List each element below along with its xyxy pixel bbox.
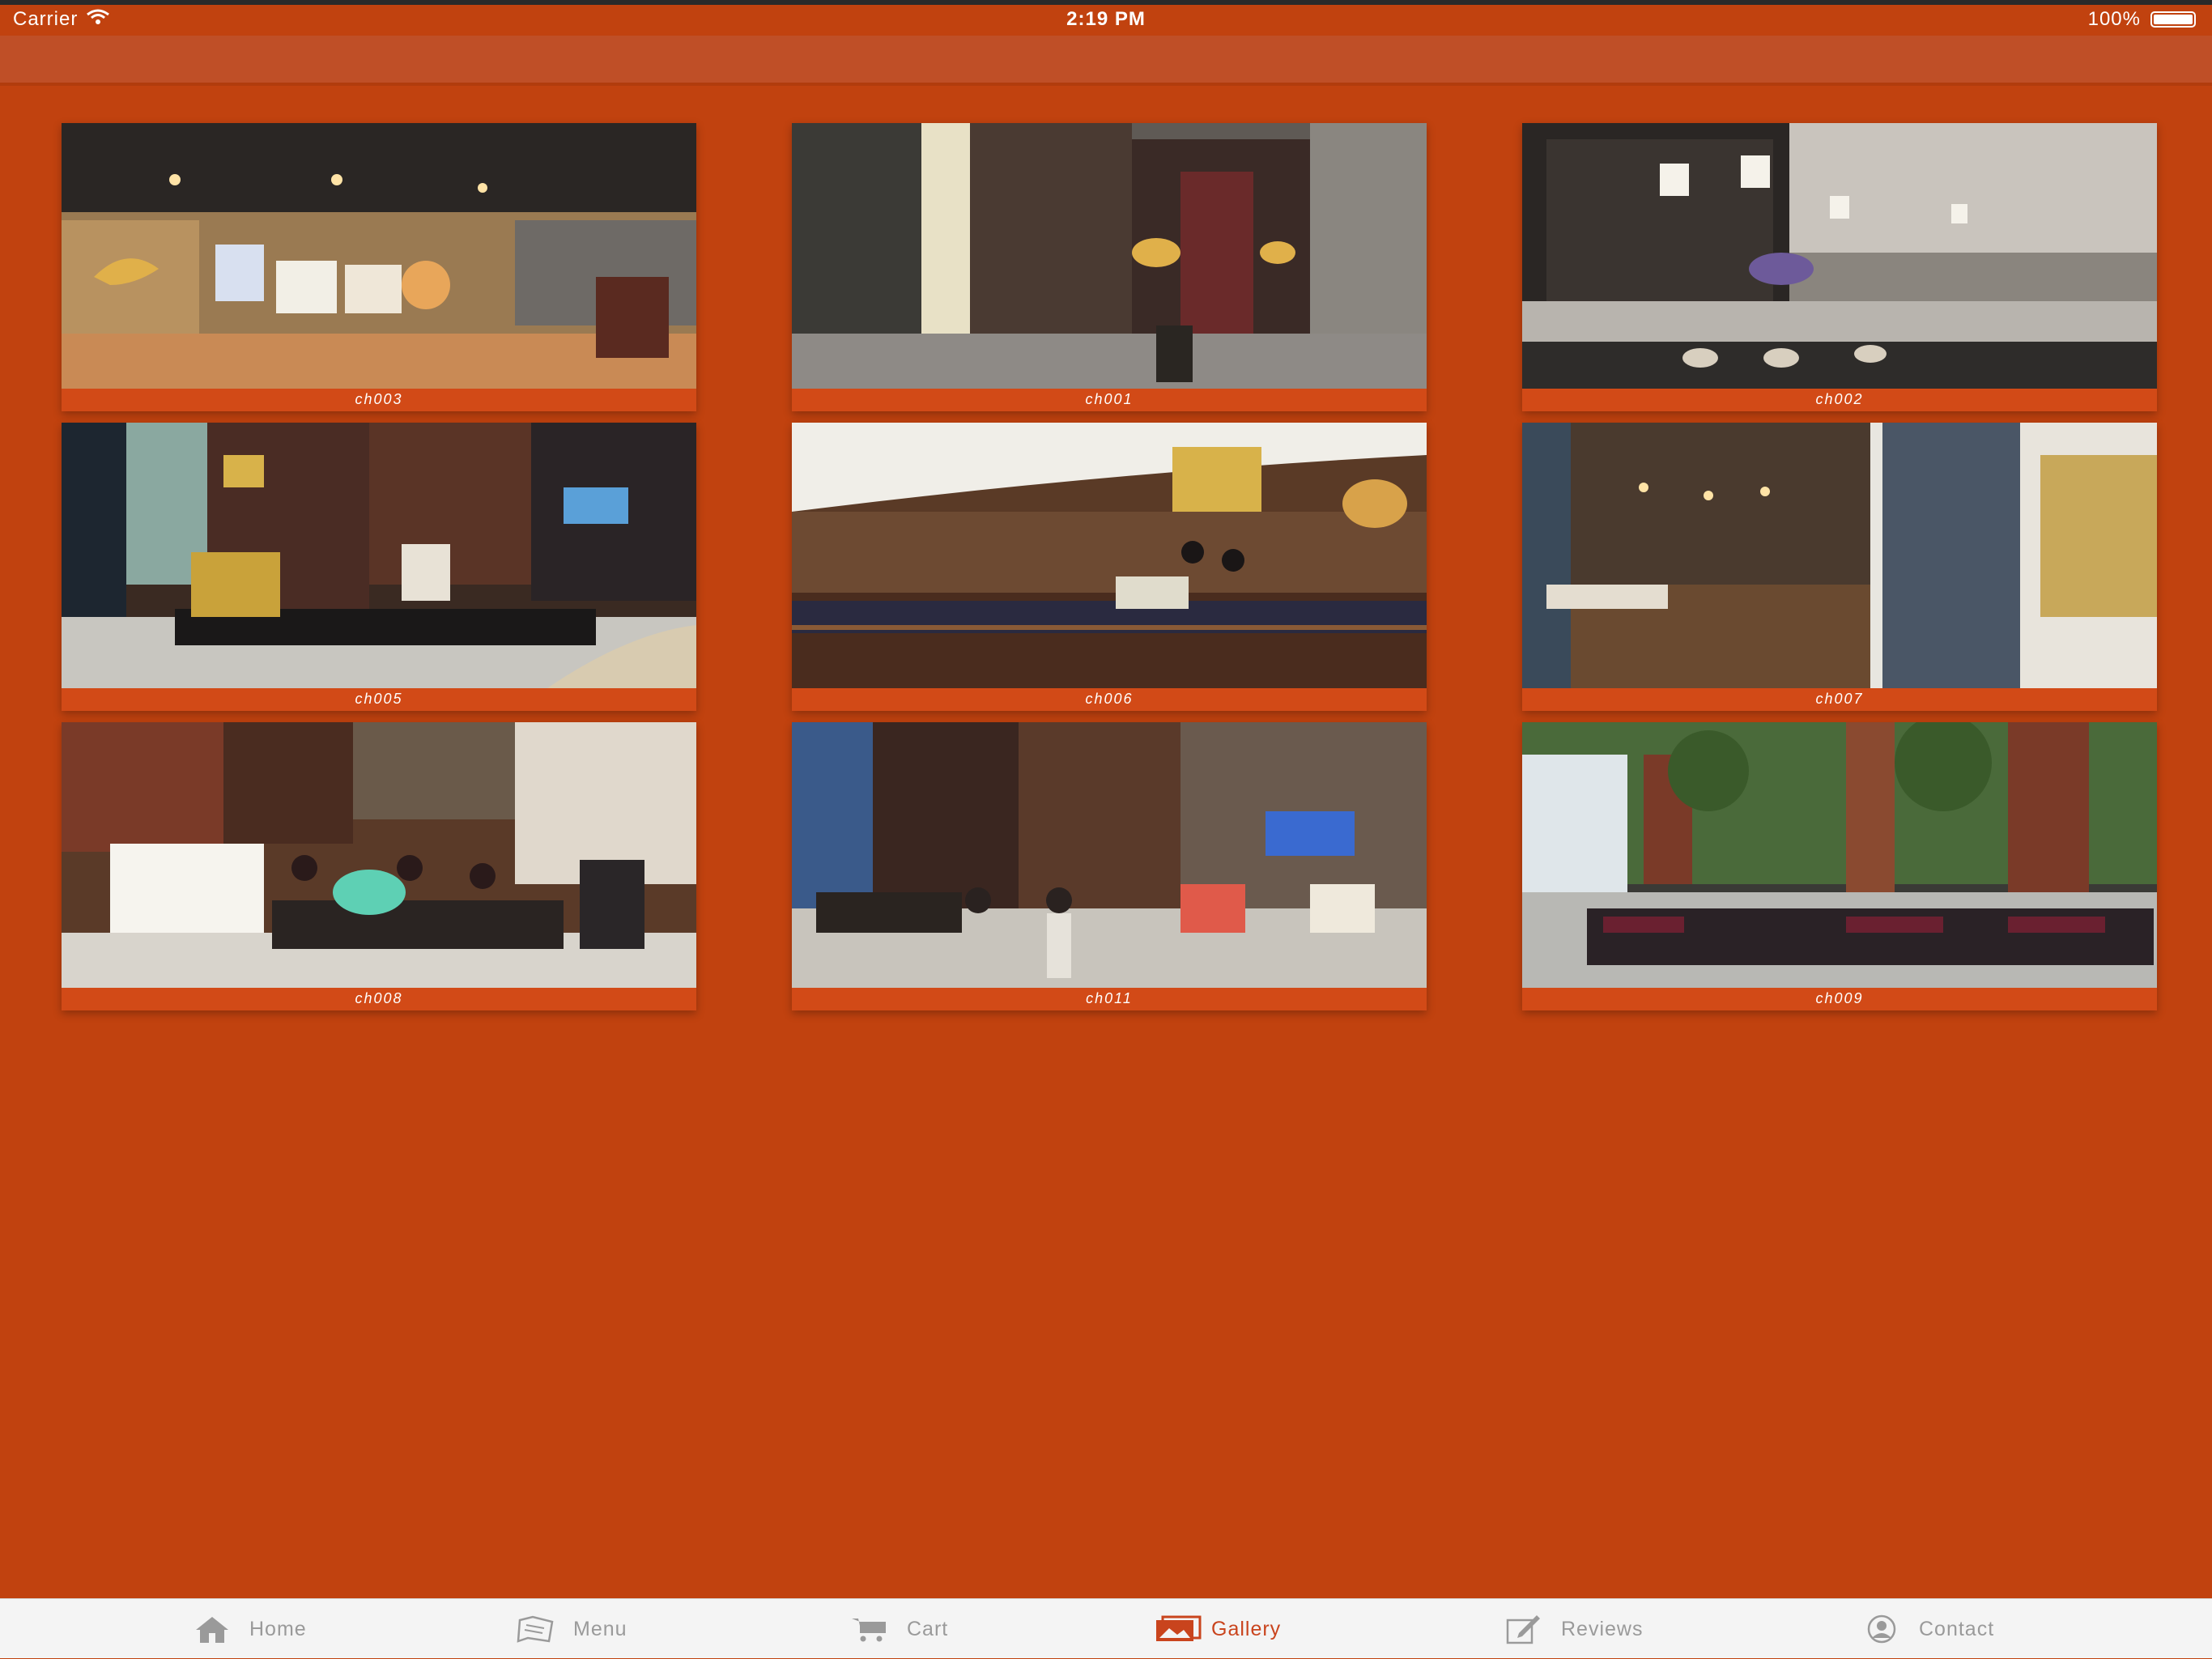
tab-menu-label: Menu: [573, 1617, 627, 1640]
tab-home-label: Home: [249, 1617, 307, 1640]
edit-icon: [1504, 1614, 1543, 1644]
nav-divider: [0, 83, 2212, 86]
tab-reviews-label: Reviews: [1561, 1617, 1644, 1640]
gallery-item[interactable]: ch001: [792, 123, 1427, 411]
gallery-photo: [792, 722, 1427, 988]
gallery-item[interactable]: ch006: [792, 423, 1427, 711]
battery-indicator: 100%: [2088, 8, 2196, 31]
tab-contact[interactable]: Contact: [1862, 1599, 1994, 1659]
gallery-caption: ch003: [355, 391, 403, 407]
gallery-item[interactable]: ch011: [792, 722, 1427, 1010]
gallery-caption: ch002: [1815, 391, 1864, 407]
menu-book-icon: [517, 1614, 555, 1644]
battery-percent: 100%: [2087, 8, 2141, 30]
gallery-photo: [1522, 123, 2157, 389]
gallery-photo: [62, 722, 696, 988]
gallery-icon: [1155, 1614, 1202, 1644]
home-icon: [193, 1614, 232, 1644]
battery-icon: [2150, 11, 2196, 28]
tab-reviews[interactable]: Reviews: [1504, 1599, 1643, 1659]
gallery-item[interactable]: ch002: [1522, 123, 2157, 411]
gallery-caption: ch006: [1085, 691, 1134, 707]
gallery-caption: ch001: [1085, 391, 1134, 407]
gallery-caption: ch011: [1086, 990, 1133, 1006]
gallery-item[interactable]: ch007: [1522, 423, 2157, 711]
status-bar: Carrier 2:19 PM 100%: [0, 5, 2212, 36]
tab-gallery[interactable]: Gallery: [1155, 1599, 1281, 1659]
gallery-photo: [1522, 423, 2157, 688]
gallery-photo: [62, 123, 696, 389]
gallery-photo: [62, 423, 696, 688]
gallery-photo: [1522, 722, 2157, 988]
tab-home[interactable]: Home: [193, 1599, 307, 1659]
cart-icon: [850, 1614, 889, 1644]
contact-icon: [1862, 1614, 1901, 1644]
tab-cart[interactable]: Cart: [850, 1599, 948, 1659]
tab-contact-label: Contact: [1919, 1617, 1995, 1640]
clock: 2:19 PM: [1066, 8, 1146, 30]
gallery-item[interactable]: ch008: [62, 722, 696, 1010]
gallery-caption: ch009: [1815, 990, 1864, 1006]
tab-cart-label: Cart: [907, 1617, 949, 1640]
gallery-caption: ch007: [1815, 691, 1864, 707]
gallery-photo: [792, 123, 1427, 389]
gallery-item[interactable]: ch005: [62, 423, 696, 711]
gallery-photo: [792, 423, 1427, 688]
navigation-bar: [0, 36, 2212, 83]
tab-bar: Home Menu Cart Gallery Reviews Contact: [0, 1598, 2212, 1658]
gallery-caption: ch005: [355, 691, 403, 707]
gallery-item[interactable]: ch003: [62, 123, 696, 411]
tab-menu[interactable]: Menu: [517, 1599, 627, 1659]
gallery-item[interactable]: ch009: [1522, 722, 2157, 1010]
gallery-caption: ch008: [355, 990, 403, 1006]
tab-gallery-label: Gallery: [1211, 1617, 1282, 1640]
